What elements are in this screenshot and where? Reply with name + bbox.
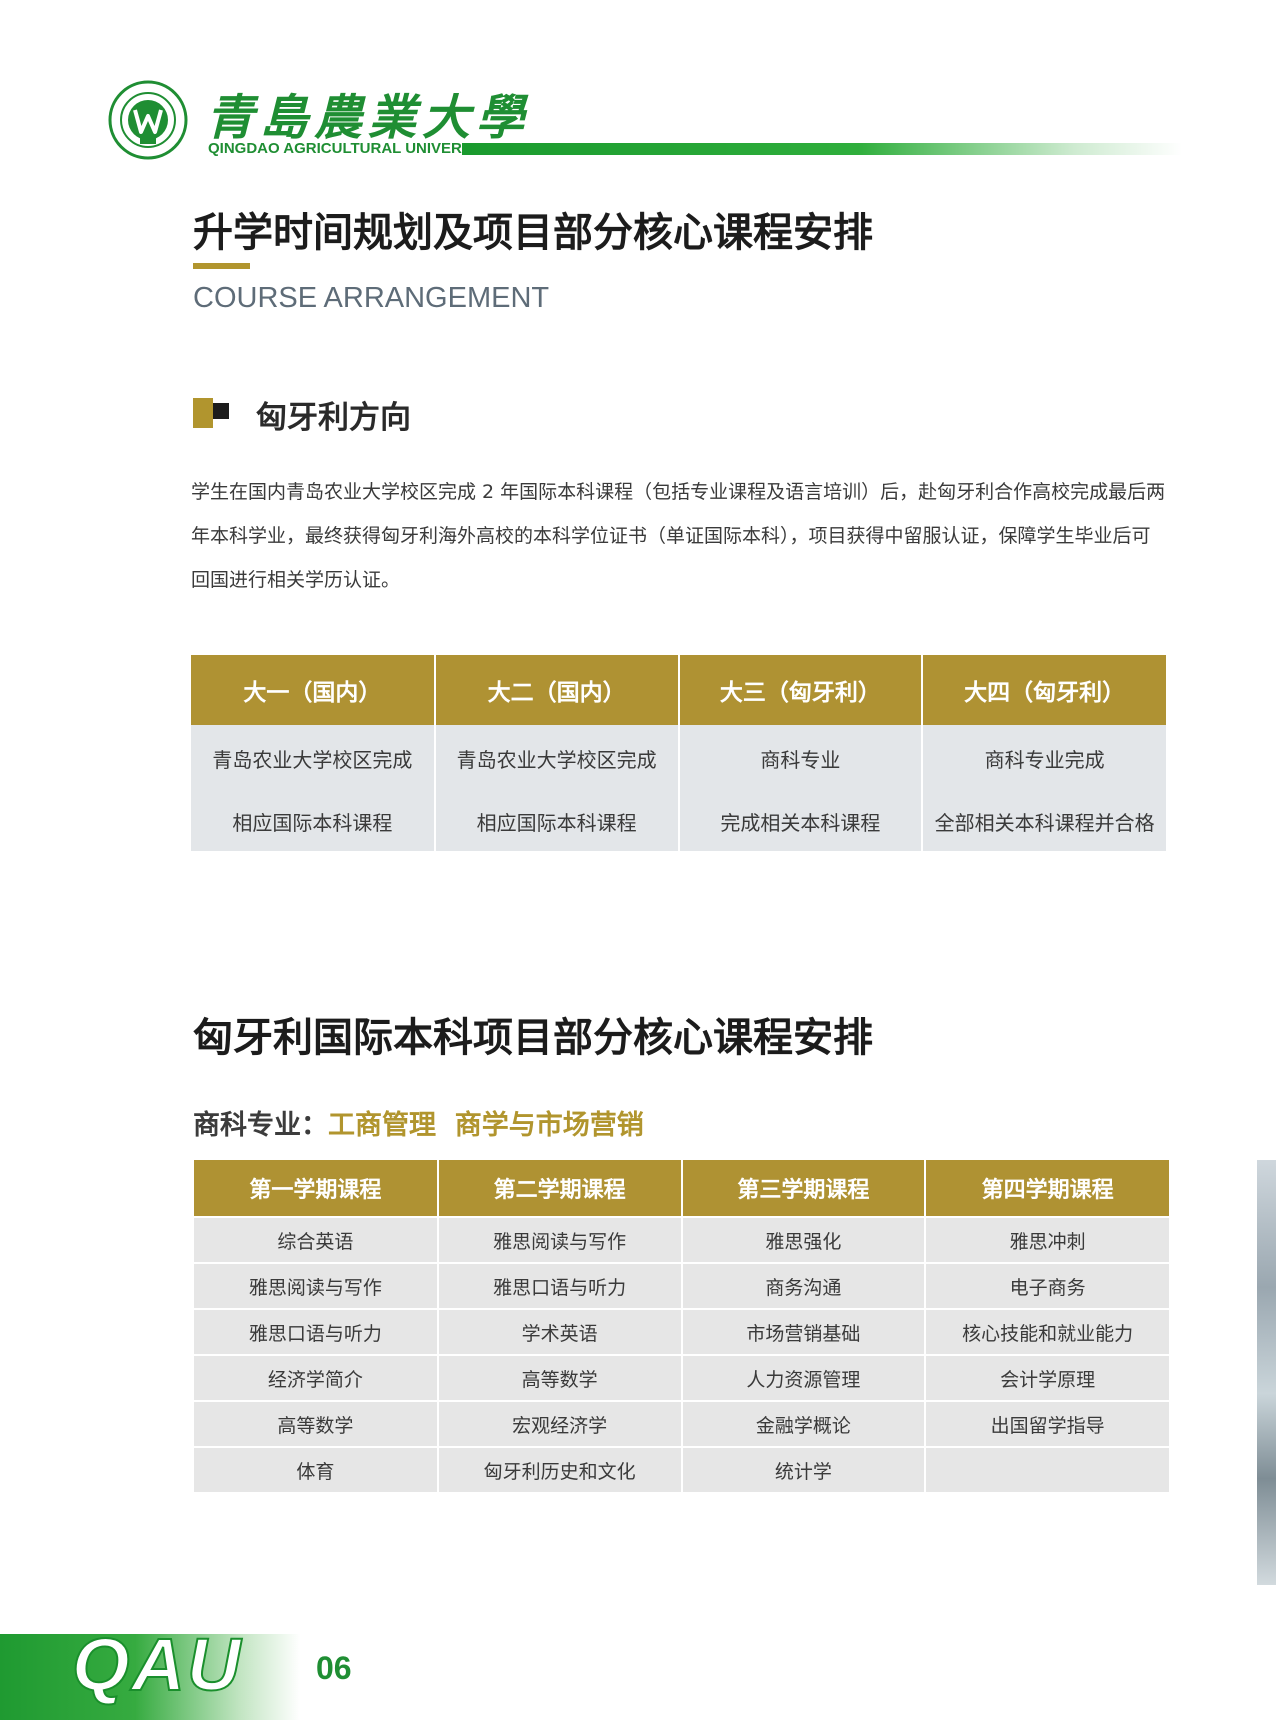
course-header-sem4: 第四学期课程 [925,1160,1169,1217]
section-title: 匈牙利方向 [256,400,411,436]
table-cell: 学术英语 [437,1308,683,1355]
table-cell: 电子商务 [925,1262,1169,1309]
plan-header-year3: 大三（匈牙利） [678,655,924,725]
page-title: 升学时间规划及项目部分核心课程安排 [193,210,873,256]
table-row: 综合英语 雅思阅读与写作 雅思强化 雅思冲刺 [194,1216,1169,1263]
page-title-en: COURSE ARRANGEMENT [193,282,550,314]
footer-qau-logo: QAU [71,1622,243,1707]
table-cell: 全部相关本科课程并合格 [922,791,1166,851]
plan-header-year1: 大一（国内） [191,655,436,725]
table-cell: 出国留学指导 [925,1400,1169,1447]
table-cell: 雅思强化 [681,1216,927,1263]
table-cell: 青岛农业大学校区完成 [434,725,680,791]
major-line: 商科专业：工商管理 商学与市场营销 [193,1103,644,1142]
table-cell: 商科专业完成 [922,725,1166,791]
page-number: 06 [316,1650,352,1686]
section-marker-icon [193,398,237,428]
table-row: 雅思口语与听力 学术英语 市场营销基础 核心技能和就业能力 [194,1308,1169,1355]
table-cell: 体育 [194,1446,439,1492]
table-cell [925,1446,1169,1492]
plan-header-year4: 大四（匈牙利） [922,655,1166,725]
study-plan-table: 大一（国内） 大二（国内） 大三（匈牙利） 大四（匈牙利） 青岛农业大学校区完成… [191,655,1166,851]
course-header-sem2: 第二学期课程 [437,1160,683,1217]
side-photo-strip [1257,1160,1276,1585]
table-cell: 高等数学 [194,1400,439,1447]
university-seal-logo [108,80,188,160]
table-row: 青岛农业大学校区完成 青岛农业大学校区完成 商科专业 商科专业完成 [191,725,1166,791]
table-row: 雅思阅读与写作 雅思口语与听力 商务沟通 电子商务 [194,1262,1169,1309]
table-cell: 金融学概论 [681,1400,927,1447]
title-underline [193,263,250,269]
plan-header-year2: 大二（国内） [434,655,680,725]
table-cell: 商务沟通 [681,1262,927,1309]
major-names: 工商管理 商学与市场营销 [328,1110,644,1141]
table-cell: 宏观经济学 [437,1400,683,1447]
table-cell: 综合英语 [194,1216,439,1263]
university-name-cn: 青島農業大學 [206,90,531,146]
table-row: 体育 匈牙利历史和文化 统计学 [194,1446,1169,1492]
course-header-sem3: 第三学期课程 [681,1160,927,1217]
table-cell: 雅思口语与听力 [437,1262,683,1309]
table-row: 高等数学 宏观经济学 金融学概论 出国留学指导 [194,1400,1169,1447]
table-cell: 雅思阅读与写作 [194,1262,439,1309]
table-row: 相应国际本科课程 相应国际本科课程 完成相关本科课程 全部相关本科课程并合格 [191,791,1166,851]
table-row: 经济学简介 高等数学 人力资源管理 会计学原理 [194,1354,1169,1401]
course-section-title: 匈牙利国际本科项目部分核心课程安排 [193,1015,873,1061]
major-label: 商科专业： [193,1110,328,1141]
table-cell: 雅思冲刺 [925,1216,1169,1263]
university-name-en: QINGDAO AGRICULTURAL UNIVERSITY [208,140,496,157]
table-cell: 相应国际本科课程 [191,791,436,851]
course-header-sem1: 第一学期课程 [194,1160,439,1217]
table-cell: 青岛农业大学校区完成 [191,725,436,791]
table-cell: 相应国际本科课程 [434,791,680,851]
course-table: 第一学期课程 第二学期课程 第三学期课程 第四学期课程 综合英语 雅思阅读与写作… [194,1160,1169,1492]
table-cell: 商科专业 [678,725,924,791]
table-cell: 人力资源管理 [681,1354,927,1401]
table-cell: 完成相关本科课程 [678,791,924,851]
table-cell: 高等数学 [437,1354,683,1401]
table-cell: 匈牙利历史和文化 [437,1446,683,1492]
table-cell: 市场营销基础 [681,1308,927,1355]
table-cell: 核心技能和就业能力 [925,1308,1169,1355]
table-cell: 统计学 [681,1446,927,1492]
intro-paragraph: 学生在国内青岛农业大学校区完成 2 年国际本科课程（包括专业课程及语言培训）后，… [191,481,1166,591]
table-cell: 会计学原理 [925,1354,1169,1401]
table-cell: 雅思阅读与写作 [437,1216,683,1263]
header-green-bar [462,143,1182,155]
table-cell: 雅思口语与听力 [194,1308,439,1355]
table-cell: 经济学简介 [194,1354,439,1401]
